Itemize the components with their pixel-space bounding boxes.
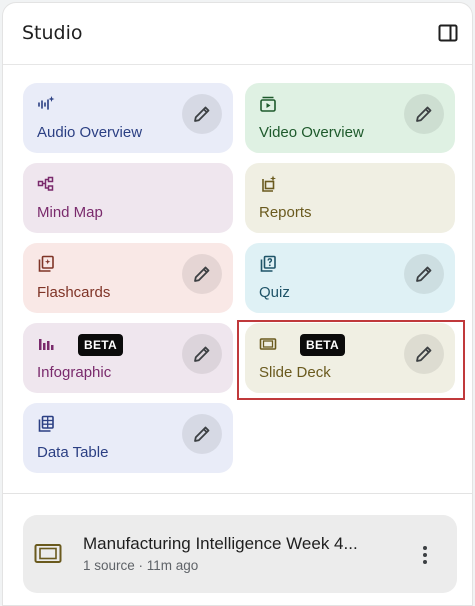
edit-button[interactable]	[182, 414, 222, 454]
pencil-icon	[416, 266, 432, 282]
quiz-icon	[260, 255, 276, 272]
tool-card-mind-map[interactable]: Mind Map	[23, 163, 233, 233]
tool-label: Video Overview	[259, 124, 364, 141]
edit-button[interactable]	[182, 254, 222, 294]
tool-card-reports[interactable]: Reports	[245, 163, 455, 233]
tool-card-data-table[interactable]: Data Table	[23, 403, 233, 473]
reports-sparkle-icon	[262, 175, 276, 192]
note-meta: 1 source · 11m ago	[83, 558, 199, 573]
tool-card-audio-overview[interactable]: Audio Overview	[23, 83, 233, 153]
tool-label: Slide Deck	[259, 364, 331, 381]
side-panel-icon	[438, 24, 458, 42]
tool-label: Quiz	[259, 284, 290, 301]
slides-icon	[34, 544, 62, 563]
tool-card-infographic[interactable]: BETA Infographic	[23, 323, 233, 393]
tool-label: Audio Overview	[37, 124, 143, 141]
table-icon	[38, 415, 54, 432]
more-options-button[interactable]	[413, 543, 437, 567]
edit-button[interactable]	[404, 334, 444, 374]
mind-map-icon	[37, 176, 54, 191]
edit-button[interactable]	[182, 334, 222, 374]
divider	[3, 493, 472, 494]
beta-badge: BETA	[300, 334, 345, 356]
tool-label: Flashcards	[37, 284, 111, 301]
beta-badge: BETA	[78, 334, 123, 356]
tool-label: Mind Map	[37, 204, 103, 221]
studio-header: Studio	[3, 3, 472, 65]
video-player-icon	[260, 96, 276, 112]
pencil-icon	[194, 426, 210, 442]
pencil-icon	[194, 106, 210, 122]
slides-icon	[259, 338, 277, 350]
edit-button[interactable]	[404, 254, 444, 294]
audio-waveform-icon	[38, 96, 55, 110]
tool-card-video-overview[interactable]: Video Overview	[245, 83, 455, 153]
edit-button[interactable]	[404, 94, 444, 134]
bar-chart-icon	[39, 339, 54, 350]
tool-label: Data Table	[37, 444, 109, 461]
note-title: Manufacturing Intelligence Week 4...	[83, 534, 358, 553]
tool-label: Reports	[259, 204, 312, 221]
tool-label: Infographic	[37, 364, 112, 381]
tool-card-slide-deck[interactable]: BETA Slide Deck	[245, 323, 455, 393]
tool-card-quiz[interactable]: Quiz	[245, 243, 455, 313]
studio-panel: Studio Audio Overview Video Overview Min…	[2, 2, 473, 606]
generated-note-item[interactable]: Manufacturing Intelligence Week 4... 1 s…	[23, 515, 457, 593]
edit-button[interactable]	[182, 94, 222, 134]
pencil-icon	[194, 346, 210, 362]
flashcards-icon	[38, 255, 54, 272]
tool-card-flashcards[interactable]: Flashcards	[23, 243, 233, 313]
more-vert-icon	[423, 546, 427, 564]
pencil-icon	[416, 106, 432, 122]
panel-title: Studio	[22, 22, 83, 44]
pencil-icon	[416, 346, 432, 362]
collapse-panel-button[interactable]	[436, 21, 460, 45]
pencil-icon	[194, 266, 210, 282]
